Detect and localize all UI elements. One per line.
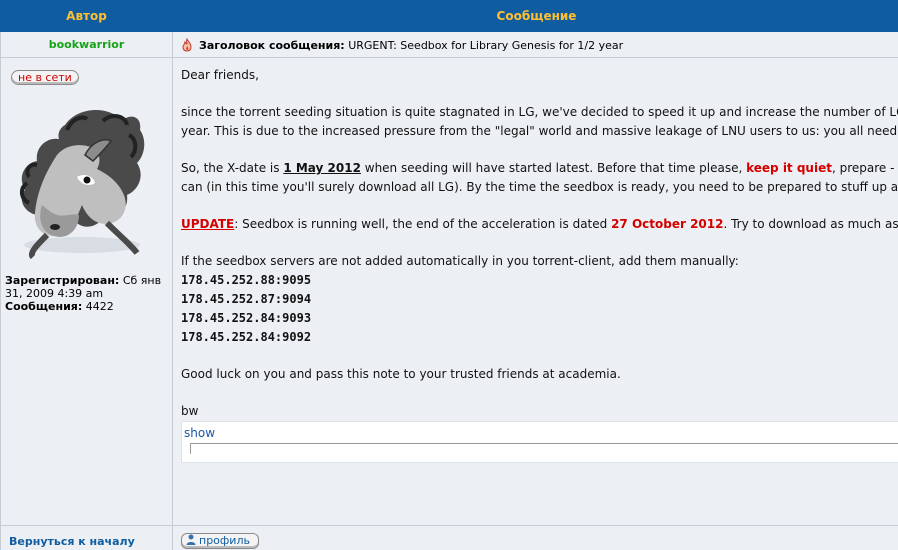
p2-text-c: , prepare - — [831, 161, 895, 175]
p2-text-b: when seeding will have started latest. B… — [360, 161, 747, 175]
registered-label: Зарегистрирован: — [5, 274, 120, 287]
author-meta: Зарегистрирован: Сб янв 31, 2009 4:39 am… — [5, 274, 168, 313]
author-profile-panel: не в сети Зарегистрирован: Сб янв 31, 20… — [0, 57, 173, 526]
subject-text: URGENT: Seedbox for Library Genesis for … — [348, 38, 624, 52]
author-name[interactable]: bookwarrior — [0, 31, 173, 58]
signature: bw — [181, 404, 199, 418]
spoiler-box: show — [181, 421, 898, 463]
online-status-button[interactable]: не в сети — [11, 70, 79, 85]
message-paragraph-2-line-2: can (in this time you'll surely download… — [181, 180, 898, 194]
horse-avatar — [7, 95, 157, 260]
flame-icon — [181, 37, 193, 52]
posts-value: 4422 — [85, 300, 114, 313]
servers-intro: If the seedbox servers are not added aut… — [181, 254, 739, 268]
server-address: 178.45.252.88:9095 — [181, 273, 312, 287]
post-footer: Вернуться к началу профиль — [0, 525, 898, 550]
message-greeting: Dear friends, — [181, 68, 259, 82]
subject-row: bookwarrior Заголовок сообщения: URGENT:… — [0, 31, 898, 58]
update-text-a: : Seedbox is running well, the end of th… — [234, 217, 612, 231]
footer-actions: профиль — [172, 525, 898, 550]
subject-label: Заголовок сообщения: — [199, 38, 345, 52]
spoiler-show-link[interactable]: show — [184, 424, 898, 443]
message-paragraph-1-line-2: year. This is due to the increased press… — [181, 124, 898, 138]
closing-line: Good luck on you and pass this note to y… — [181, 367, 621, 381]
author-column-header: Автор — [0, 0, 173, 32]
server-address: 178.45.252.87:9094 — [181, 292, 312, 306]
p2-text-a: So, the X-date is — [181, 161, 284, 175]
table-header: Автор Сообщение — [0, 0, 898, 32]
x-date: 1 May 2012 — [283, 161, 361, 175]
keep-quiet-highlight: keep it quiet — [746, 161, 832, 175]
message-column-header: Сообщение — [172, 0, 898, 32]
message-paragraph-1-line-1: since the torrent seeding situation is q… — [181, 105, 898, 119]
server-address: 178.45.252.84:9093 — [181, 311, 312, 325]
update-paragraph: UPDATE: Seedbox is running well, the end… — [181, 215, 898, 234]
update-text-b: . Try to download as much as y — [723, 217, 898, 231]
back-to-top-link[interactable]: Вернуться к началу — [0, 525, 173, 550]
message-body: Dear friends, since the torrent seeding … — [172, 57, 898, 526]
post-table: Автор Сообщение bookwarrior Заголовок со… — [0, 0, 898, 550]
spoiler-content — [190, 443, 898, 454]
update-date: 27 October 2012 — [611, 217, 724, 231]
server-address: 178.45.252.84:9092 — [181, 330, 312, 344]
profile-button-label: профиль — [199, 534, 250, 547]
subject-line: Заголовок сообщения: URGENT: Seedbox for… — [172, 31, 898, 58]
update-label: UPDATE — [181, 217, 235, 231]
profile-button[interactable]: профиль — [181, 533, 259, 549]
forum-post: Автор Сообщение bookwarrior Заголовок со… — [0, 0, 898, 550]
posts-label: Сообщения: — [5, 300, 83, 313]
post-row: не в сети Зарегистрирован: Сб янв 31, 20… — [0, 57, 898, 526]
message-paragraph-2-line-1: So, the X-date is 1 May 2012 when seedin… — [181, 159, 898, 178]
user-icon — [186, 534, 196, 545]
